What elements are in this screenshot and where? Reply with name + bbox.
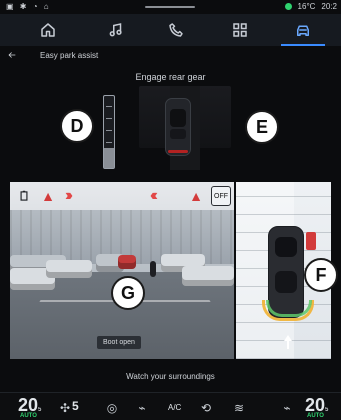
gear-tick [106, 118, 112, 119]
left-auto-label: AUTO [20, 413, 37, 419]
pedestrian [150, 261, 156, 277]
seat-right-icon[interactable]: ⌁ [280, 401, 294, 415]
left-proximity-chevrons-icon: ‹‹‹ [150, 187, 158, 204]
fan-level: 5 [72, 399, 79, 413]
label-e: E [245, 110, 279, 144]
status-bar: ▣ ✱ ◔ ⌂ 16°C 20:2 [0, 0, 341, 14]
vehicle-roof [170, 129, 186, 139]
gear-fill [104, 148, 114, 168]
gear-indicator [103, 95, 115, 169]
breadcrumb: Easy park assist [40, 51, 99, 60]
gear-tick [106, 142, 112, 143]
tab-apps[interactable] [226, 18, 254, 42]
front-obstacle-indicator [306, 232, 316, 250]
right-auto-label: AUTO [307, 413, 324, 419]
status-right: 16°C 20:2 [284, 2, 337, 11]
warning-triangle-icon: ▲ [189, 188, 203, 204]
vehicle-windshield [170, 109, 186, 127]
seat-icon[interactable]: ⌁ [135, 401, 149, 415]
label-g: G [111, 276, 145, 310]
seat-heating-icon[interactable]: ◎ [105, 401, 119, 415]
left-temp-unit: 5 [38, 407, 42, 413]
tab-phone[interactable] [162, 18, 190, 42]
instruction-text: Engage rear gear [135, 72, 206, 82]
battery-icon [16, 188, 32, 204]
gear-tick [106, 130, 112, 131]
left-temp-value: 20 [18, 395, 39, 415]
defrost-icon[interactable]: ≋ [232, 401, 246, 415]
sensor-off-button[interactable]: OFF [211, 186, 231, 206]
direction-arrow-icon [283, 335, 293, 349]
sensor-off-label: OFF [214, 192, 228, 200]
top-navigation [0, 14, 341, 46]
right-temp-unit: 5 [325, 407, 329, 413]
back-button[interactable] [6, 50, 18, 60]
right-proximity-chevrons-icon: ››› [65, 187, 73, 204]
apps-grid-icon [233, 23, 247, 37]
car-icon [297, 25, 309, 36]
right-temp-value: 20 [305, 395, 326, 415]
tab-music[interactable] [102, 18, 130, 42]
label-f: F [304, 258, 338, 292]
drag-handle[interactable] [145, 6, 195, 8]
music-icon [109, 23, 122, 37]
tab-car[interactable] [281, 18, 325, 46]
header: Easy park assist [0, 46, 341, 64]
clock: 20:2 [321, 2, 337, 11]
camera-alerts: ▲ ››› ‹‹‹ ▲ OFF [10, 182, 234, 210]
parked-car [182, 266, 234, 286]
vehicle-taillights [168, 150, 188, 153]
parked-car [46, 260, 92, 278]
fan-icon[interactable]: ✣ [58, 401, 72, 415]
screen: ▣ ✱ ◔ ⌂ 16°C 20:2 Easy park assist Engag [0, 0, 341, 420]
parked-car [118, 255, 136, 269]
gear-tick [106, 106, 112, 107]
footer-message: Watch your surroundings [126, 372, 215, 381]
warning-triangle-icon: ▲ [41, 188, 55, 204]
status-icons: ▣ ✱ ◔ ⌂ [6, 2, 51, 11]
phone-icon [169, 23, 183, 37]
boot-open-badge: Boot open [97, 336, 141, 349]
home-icon [41, 23, 55, 37]
label-d: D [60, 109, 94, 143]
rear-camera-view: ▲ ››› ‹‹‹ ▲ OFF Boot open [10, 182, 234, 359]
back-arrow-icon [8, 52, 16, 58]
online-dot-icon [284, 3, 292, 10]
tab-home[interactable] [34, 18, 62, 42]
airflow-icon[interactable]: ⟲ [199, 401, 213, 415]
ac-button[interactable]: A/C [168, 403, 181, 412]
outside-temperature: 16°C [297, 2, 316, 11]
climate-bar: 205 AUTO ✣ 5 ◎ ⌁ A/C ⟲ ≋ ⌁ 205 AUTO [0, 392, 341, 420]
vehicle-topview-icon [165, 98, 191, 156]
